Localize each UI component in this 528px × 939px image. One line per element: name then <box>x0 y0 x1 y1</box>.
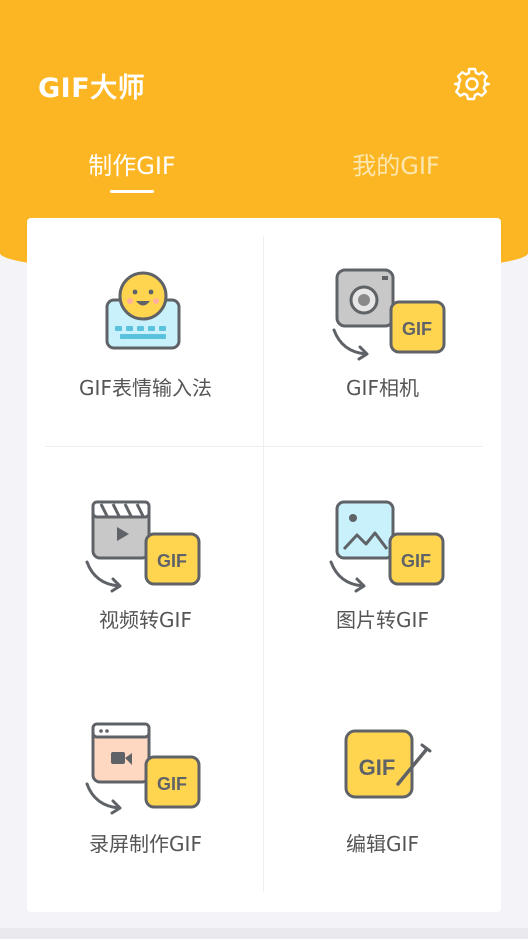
emoji-keyboard-icon <box>105 271 181 350</box>
gif-badge-text: GIF <box>402 319 432 339</box>
active-tab-indicator <box>110 190 154 193</box>
image-to-gif-icon: GIF <box>329 500 445 593</box>
tab-my-gif[interactable]: 我的GIF <box>264 146 528 181</box>
tab-make-gif[interactable]: 制作GIF <box>0 146 264 181</box>
video-to-gif-icon: GIF <box>85 500 201 593</box>
camera-to-gif-icon: GIF <box>332 268 446 361</box>
gear-icon <box>454 67 490 101</box>
tool-video-to-gif[interactable]: GIF 视频转GIF <box>27 446 264 674</box>
tool-label: GIF相机 <box>346 376 419 400</box>
edit-gif-icon: GIF <box>344 729 432 799</box>
tool-label: 视频转GIF <box>99 608 192 632</box>
gif-badge-text: GIF <box>157 551 187 571</box>
tool-label: 录屏制作GIF <box>89 832 202 856</box>
tools-card: GIF表情输入法 GIF GIF相机 GIF 视频转GIF GIF 图片转GIF… <box>27 218 501 912</box>
tool-label: 图片转GIF <box>336 608 429 632</box>
app-title: GIF大师 <box>38 73 146 104</box>
tool-screen-record-to-gif[interactable]: GIF 录屏制作GIF <box>27 674 264 902</box>
tool-gif-camera[interactable]: GIF GIF相机 <box>264 218 501 446</box>
tool-label: 编辑GIF <box>346 832 419 856</box>
bottom-shadow <box>0 928 528 939</box>
gif-badge-text: GIF <box>157 774 187 794</box>
screen-record-to-gif-icon: GIF <box>85 722 201 815</box>
gif-badge-text: GIF <box>359 755 396 780</box>
settings-button[interactable] <box>452 64 492 104</box>
tool-edit-gif[interactable]: GIF 编辑GIF <box>264 674 501 902</box>
tool-label: GIF表情输入法 <box>79 376 212 400</box>
tool-image-to-gif[interactable]: GIF 图片转GIF <box>264 446 501 674</box>
gif-badge-text: GIF <box>401 551 431 571</box>
tool-emoji-keyboard[interactable]: GIF表情输入法 <box>27 218 264 446</box>
